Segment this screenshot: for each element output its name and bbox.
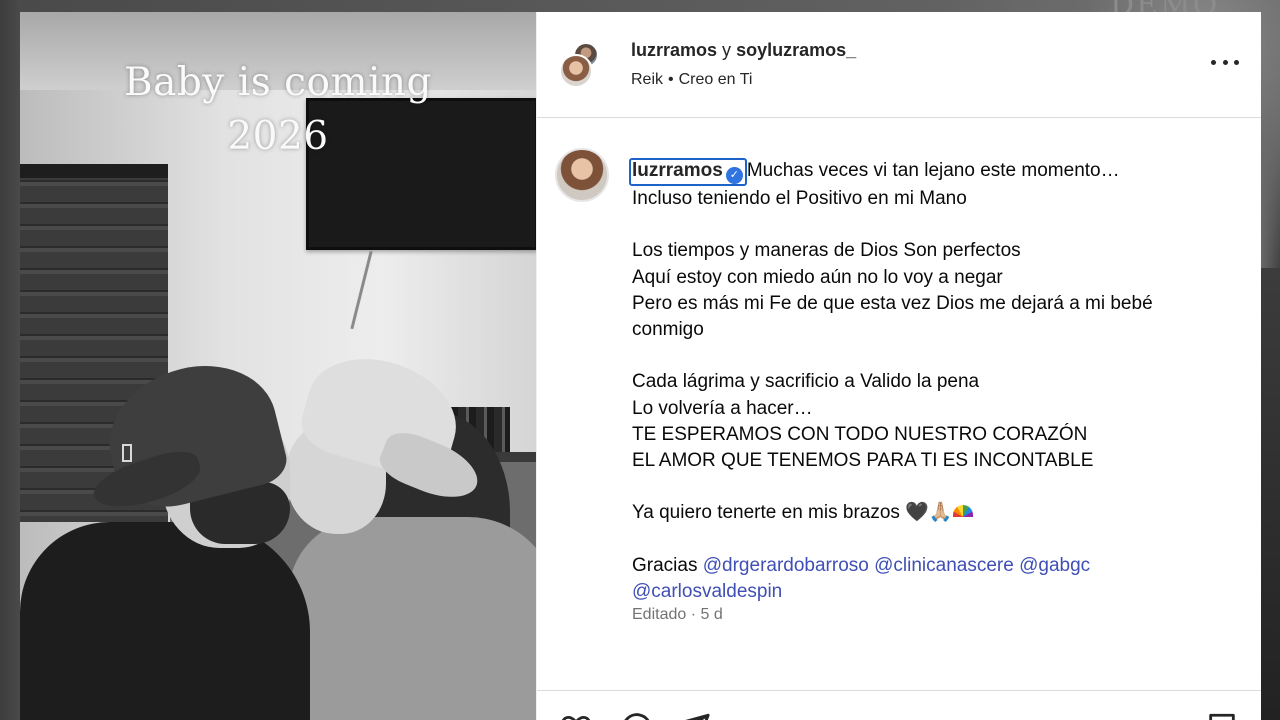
mention-link[interactable]: @carlosvaldespin [632,581,782,602]
caption-line: Pero es más mi Fe de que esta vez Dios m… [632,292,1153,314]
caption-line: conmigo [632,319,704,341]
photo-person-left-body [20,522,310,720]
bookmark-icon[interactable] [1205,711,1239,720]
post-header: luzrramos y soyluzramos_ Reik • Creo en Ti [537,12,1261,118]
photo-cap-logo [122,444,132,462]
edited-label: Editado [632,606,687,623]
heart-icon[interactable] [559,711,593,720]
post-modal: Baby is coming 2026 luzrramos y soyluzra… [20,12,1261,720]
mention-link[interactable]: @drgerardobarroso [703,555,869,576]
rainbow-emoji [952,505,973,518]
more-dot [1222,59,1228,65]
caption-line: EL AMOR QUE TENEMOS PARA TI ES INCONTABL… [632,450,1094,472]
music-artist[interactable]: Reik [631,71,663,88]
caption-line: Aquí estoy con miedo aún no lo voy a neg… [632,266,1003,288]
post-age[interactable]: 5 d [701,606,723,623]
caption-username-link[interactable]: luzrramos ✓ [629,158,747,186]
mention-link[interactable]: @gabgc [1019,555,1090,576]
header-conjunction: y [722,40,732,60]
meta-separator: · [690,606,697,623]
praying-hands-emoji: 🙏🏼 [928,502,953,524]
music-separator: • [668,71,674,88]
thanks-label: Gracias [632,554,698,576]
header-usernames: luzrramos y soyluzramos_ [631,40,856,61]
avatar-luzrramos[interactable] [559,54,593,88]
mention-link[interactable]: @clinicanascere [874,555,1014,576]
caption-line: Incluso teniendo el Positivo en mi Mano [632,188,967,209]
collab-avatars[interactable] [559,42,599,90]
caption-line: Ya quiero tenerte en mis brazos [632,502,906,524]
caption-username: luzrramos [632,160,723,181]
more-dot [1211,59,1216,65]
header-music[interactable]: Reik • Creo en Ti [631,71,752,89]
caption-line: Lo volvería a hacer… [632,397,813,419]
photo-blinds-top [20,164,168,178]
overlay-line-2: 2026 [227,114,329,159]
action-bar [537,690,1261,720]
comment-icon[interactable] [619,711,653,720]
caption-text: luzrramos ✓ Muchas veces vi tan lejano est… [629,158,1232,605]
more-dot [1234,59,1239,65]
caption-line: Cada lágrima y sacrificio a Valido la pe… [632,371,980,393]
header-user-2[interactable]: soyluzramos_ [736,40,856,60]
header-user-1[interactable]: luzrramos [631,40,717,60]
backdrop-strip [1260,268,1280,720]
photo-overlay-text: Baby is coming 2026 [20,56,536,164]
music-track[interactable]: Creo en Ti [679,71,753,88]
more-options-icon[interactable] [1211,52,1239,72]
post-side-panel: luzrramos y soyluzramos_ Reik • Creo en Ti… [536,12,1261,720]
caption-line: TE ESPERAMOS CON TODO NUESTRO CORAZÓN [632,423,1088,445]
verified-badge-icon: ✓ [725,167,743,184]
post-photo[interactable]: Baby is coming 2026 [20,12,536,720]
caption-avatar[interactable] [555,148,609,202]
caption-line: Los tiempos y maneras de Dios Son perfec… [632,240,1021,262]
photo-person-right-body [288,517,536,720]
overlay-line-1: Baby is coming [123,60,433,105]
caption-first-line: Muchas veces vi tan lejano este momento… [746,160,1120,181]
black-heart-emoji: 🖤 [905,502,929,524]
caption-area: luzrramos ✓ Muchas veces vi tan lejano est… [537,118,1261,688]
post-meta: Editado · 5 d [632,606,723,624]
share-icon[interactable] [677,711,711,720]
